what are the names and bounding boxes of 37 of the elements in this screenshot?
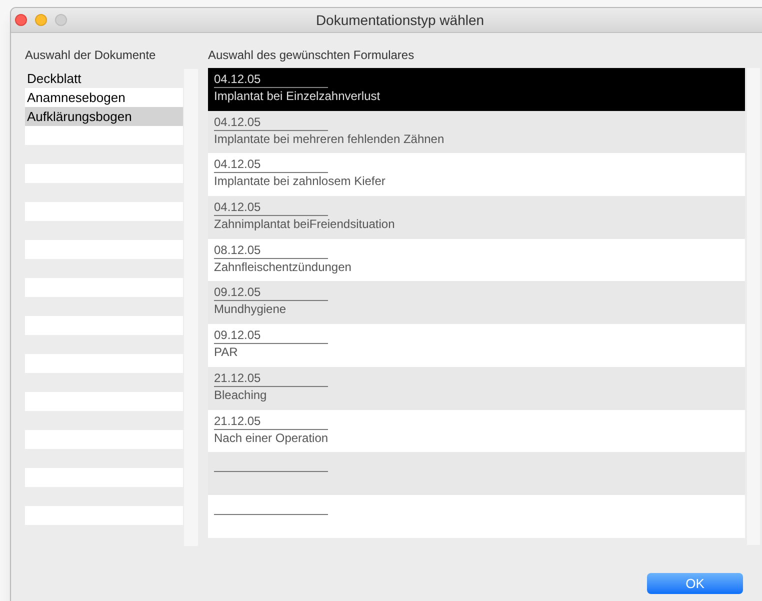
form-row[interactable]: 21.12.05 Bleaching [208, 366, 745, 410]
form-title: Zahnfleischentzündungen [214, 258, 352, 275]
form-row[interactable]: 08.12.05 Zahnfleischentzündungen [208, 238, 745, 282]
form-date: 04.12.05 [214, 157, 328, 174]
form-title: Implantat bei Einzelzahnverlust [214, 88, 382, 104]
form-row[interactable]: 09.12.05 PAR [208, 324, 745, 367]
zoom-icon[interactable] [55, 14, 67, 26]
form-date: 04.12.05 [214, 200, 328, 216]
document-item[interactable]: Anamnesebogen [25, 88, 183, 107]
form-date: 08.12.05 [214, 242, 328, 259]
form-date: 09.12.05 [214, 285, 328, 302]
form-title: Implantate bei mehreren fehlenden Zähnen [214, 130, 446, 147]
form-row[interactable]: 04.12.05 Implantat bei Einzelzahnverlust [208, 68, 745, 111]
section-heading: Auswahl der Dokumente [25, 47, 157, 64]
form-row[interactable]: 04.12.05 Implantate bei mehreren fehlenden Zähnen [208, 110, 745, 154]
form-title: Bleaching [214, 386, 268, 403]
minimize-icon[interactable] [35, 14, 47, 26]
section-heading: Auswahl des gewünschten Formulares [208, 47, 416, 64]
form-row[interactable] [208, 494, 745, 538]
form-title: Zahnimplantat beiFreiendsituation [214, 216, 396, 232]
form-date: 21.12.05 [214, 370, 328, 387]
form-row[interactable] [208, 452, 745, 495]
form-date: 09.12.05 [214, 328, 328, 344]
document-item[interactable]: Aufklärungsbogen [25, 107, 183, 126]
form-date: 04.12.05 [214, 114, 328, 131]
form-date: 21.12.05 [214, 414, 328, 430]
form-title: Nach einer Operation [214, 430, 330, 446]
form-row[interactable]: 04.12.05 Implantate bei zahnlosem Kiefer [208, 153, 745, 196]
form-row[interactable]: 21.12.05 Nach einer Operation [208, 410, 745, 452]
form-row[interactable]: 04.12.05 Zahnimplantat beiFreiendsituation [208, 196, 745, 239]
form-title: PAR [214, 344, 239, 360]
form-title: Mundhygiene [214, 301, 288, 318]
form-title: Implantate bei zahnlosem Kiefer [214, 173, 386, 190]
close-icon[interactable] [15, 14, 27, 26]
form-row[interactable]: 09.12.05 Mundhygiene [208, 281, 745, 324]
form-date: 04.12.05 [214, 72, 328, 88]
window-title: Dokumentationstyp wählen [314, 10, 484, 30]
